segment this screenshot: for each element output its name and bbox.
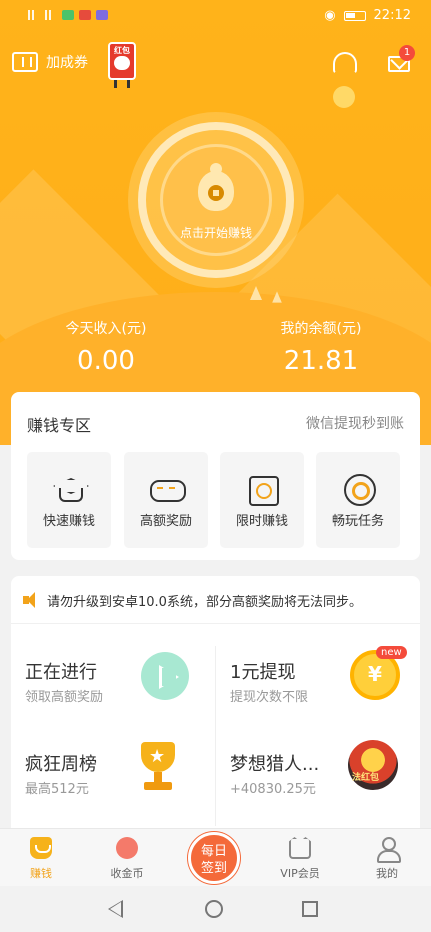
mascot-face (114, 56, 130, 70)
sun-decoration (333, 86, 355, 108)
item-subtitle: 领取高额奖励 (25, 690, 104, 705)
money-bag-icon (198, 163, 238, 211)
mail-badge: 1 (399, 45, 415, 61)
coupon-button[interactable]: 加成券 (12, 52, 88, 72)
graduation-cap-icon (51, 474, 87, 504)
notice-text: 请勿升级到安卓10.0系统，部分高额奖励将无法同步。 (47, 595, 362, 610)
tab-vip[interactable]: VIP会员 (265, 829, 335, 887)
camera-icon (244, 474, 280, 506)
item-in-progress[interactable]: 正在进行 领取高额奖励 (11, 634, 211, 720)
item-title: 正在进行 (25, 662, 97, 683)
earn-zone-card: 赚钱专区 微信提现秒到账 快速赚钱 高额奖励 限时赚钱 畅玩任务 (11, 392, 420, 560)
tab-label: 收金币 (110, 867, 144, 880)
feature-high-reward[interactable]: 高额奖励 (124, 452, 208, 548)
app-notification-icon (96, 10, 108, 20)
wifi-icon (45, 10, 57, 20)
mascot-legs (114, 80, 130, 88)
feature-quick-earn[interactable]: 快速赚钱 (27, 452, 111, 548)
tree-decoration (272, 291, 282, 303)
coupon-icon (12, 52, 38, 72)
system-nav-bar (0, 886, 431, 932)
item-title: 梦想猎人... (230, 754, 320, 775)
start-earning-label[interactable]: 点击开始赚钱 (160, 224, 272, 241)
balance-label: 我的余额(元) (280, 321, 362, 337)
tree-decoration (250, 286, 262, 300)
item-title: 1元提现 (230, 662, 296, 683)
user-icon (376, 837, 401, 863)
today-income-value: 0.00 (77, 346, 135, 376)
item-weekly-ranking[interactable]: 疯狂周榜 最高512元 ★ (11, 726, 211, 812)
item-title: 疯狂周榜 (25, 754, 97, 775)
top-bar: 加成券 红包 1 (0, 40, 431, 88)
daily-signin-button[interactable]: 每日 签到 (188, 832, 240, 884)
item-subtitle: 提现次数不限 (230, 690, 309, 705)
signin-line1: 每日 (200, 844, 227, 859)
wechat-withdraw-link[interactable]: 微信提现秒到账 (306, 413, 404, 433)
item-one-yuan-withdraw[interactable]: 1元提现 提现次数不限 new (216, 634, 416, 720)
target-icon (340, 474, 376, 506)
play-icon (141, 652, 189, 700)
customer-service-icon[interactable] (333, 52, 357, 74)
recent-apps-icon[interactable] (302, 901, 318, 917)
status-icons-right: ◉ 22:12 (324, 8, 411, 23)
tab-label: VIP会员 (280, 867, 320, 880)
feature-label: 高额奖励 (139, 514, 192, 529)
battery-icon (343, 10, 366, 21)
coupon-label: 加成券 (46, 55, 88, 71)
crown-icon (289, 837, 311, 859)
item-subtitle: +40830.25元 (230, 782, 316, 797)
status-bar: ◉ 22:12 (0, 0, 431, 34)
trophy-icon: ★ (135, 742, 181, 794)
app-notification-icon (79, 10, 91, 20)
feature-limited-time[interactable]: 限时赚钱 (220, 452, 304, 548)
status-time: 22:12 (373, 8, 411, 23)
today-income-label: 今天收入(元) (65, 321, 147, 337)
my-balance[interactable]: 我的余额(元) 21.81 (241, 318, 401, 376)
feature-play-tasks[interactable]: 畅玩任务 (316, 452, 400, 548)
home-icon[interactable] (205, 900, 223, 918)
gamepad-icon (148, 474, 186, 504)
back-icon[interactable] (108, 900, 123, 918)
signin-line2: 签到 (200, 861, 227, 876)
tab-label: 我的 (376, 867, 398, 880)
speaker-icon (23, 592, 41, 608)
today-income: 今天收入(元) 0.00 (26, 318, 186, 376)
eye-icon: ◉ (324, 8, 336, 23)
balance-value: 21.81 (283, 346, 359, 376)
tab-me[interactable]: 我的 (352, 829, 422, 887)
new-badge: new (376, 646, 407, 659)
game-icon-label: 法红包 (352, 773, 380, 783)
mascot-label: 红包 (114, 46, 130, 55)
notice-bar: 请勿升级到安卓10.0系统，部分高额奖励将无法同步。 (11, 576, 420, 624)
status-icons-left (28, 10, 108, 20)
tab-earn[interactable]: 赚钱 (6, 829, 76, 887)
piggy-bank-icon (116, 837, 138, 859)
item-subtitle: 最高512元 (25, 782, 89, 797)
feature-label: 畅玩任务 (331, 514, 384, 529)
red-packet-mascot[interactable]: 红包 (100, 40, 144, 88)
item-dream-hunter[interactable]: 梦想猎人... +40830.25元 法红包 (216, 726, 416, 812)
wechat-notification-icon (62, 10, 74, 20)
tab-label: 赚钱 (30, 867, 52, 880)
signal-icon (28, 10, 40, 20)
earn-zone-title: 赚钱专区 (27, 416, 92, 435)
feature-label: 快速赚钱 (42, 514, 95, 529)
feature-label: 限时赚钱 (235, 514, 288, 529)
earn-icon (30, 837, 52, 859)
task-panel: 请勿升级到安卓10.0系统，部分高额奖励将无法同步。 正在进行 领取高额奖励 1… (11, 576, 420, 836)
tab-collect-coins[interactable]: 收金币 (92, 829, 162, 887)
